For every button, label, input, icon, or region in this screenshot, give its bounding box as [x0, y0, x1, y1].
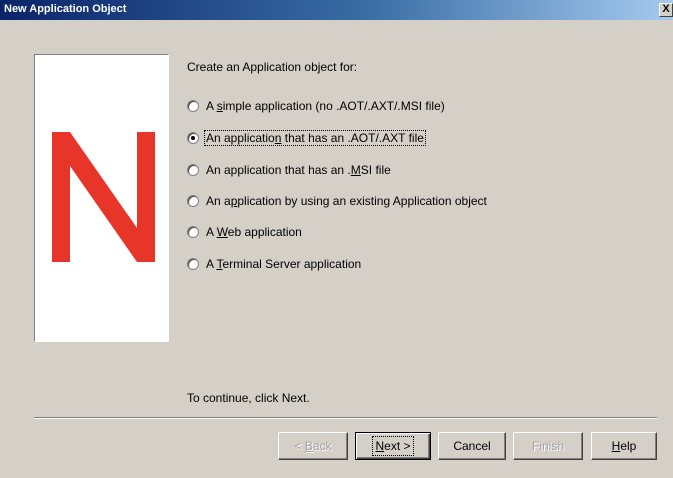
close-button[interactable]: X [659, 3, 673, 17]
option-label: An application by using an existing Appl… [206, 194, 487, 208]
cancel-button[interactable]: Cancel [438, 432, 506, 460]
prompt-text: Create an Application object for: [187, 60, 358, 74]
option-label: An application that has an .MSI file [206, 163, 391, 177]
novell-n-logo [52, 132, 155, 262]
radio-button[interactable] [187, 258, 199, 270]
radio-button[interactable] [187, 195, 199, 207]
logo-panel [34, 54, 169, 342]
option-existing-object[interactable]: An application by using an existing Appl… [187, 193, 488, 209]
radio-button-selected[interactable] [187, 132, 199, 144]
window-title: New Application Object [4, 3, 127, 15]
option-label: A Web application [206, 225, 302, 239]
finish-button[interactable]: Finish [513, 432, 583, 460]
option-msi-file[interactable]: An application that has an .MSI file [187, 162, 392, 178]
continue-hint: To continue, click Next. [187, 391, 310, 405]
option-terminal-server[interactable]: A Terminal Server application [187, 256, 362, 272]
option-simple-application[interactable]: A simple application (no .AOT/.AXT/.MSI … [187, 98, 446, 114]
option-web-application[interactable]: A Web application [187, 224, 303, 240]
title-bar: New Application Object X [0, 0, 673, 20]
radio-button[interactable] [187, 164, 199, 176]
back-button[interactable]: < Back [278, 432, 348, 460]
radio-button[interactable] [187, 100, 199, 112]
option-aot-axt-file[interactable]: An application that has an .AOT/.AXT fil… [187, 130, 426, 146]
option-label: A simple application (no .AOT/.AXT/.MSI … [206, 99, 445, 113]
divider [34, 417, 657, 419]
close-icon: X [662, 3, 670, 15]
option-label: An application that has an .AOT/.AXT fil… [204, 130, 426, 146]
radio-button[interactable] [187, 226, 199, 238]
option-label: A Terminal Server application [206, 257, 362, 271]
help-button[interactable]: Help [591, 432, 657, 460]
next-button[interactable]: Next > [355, 432, 431, 460]
